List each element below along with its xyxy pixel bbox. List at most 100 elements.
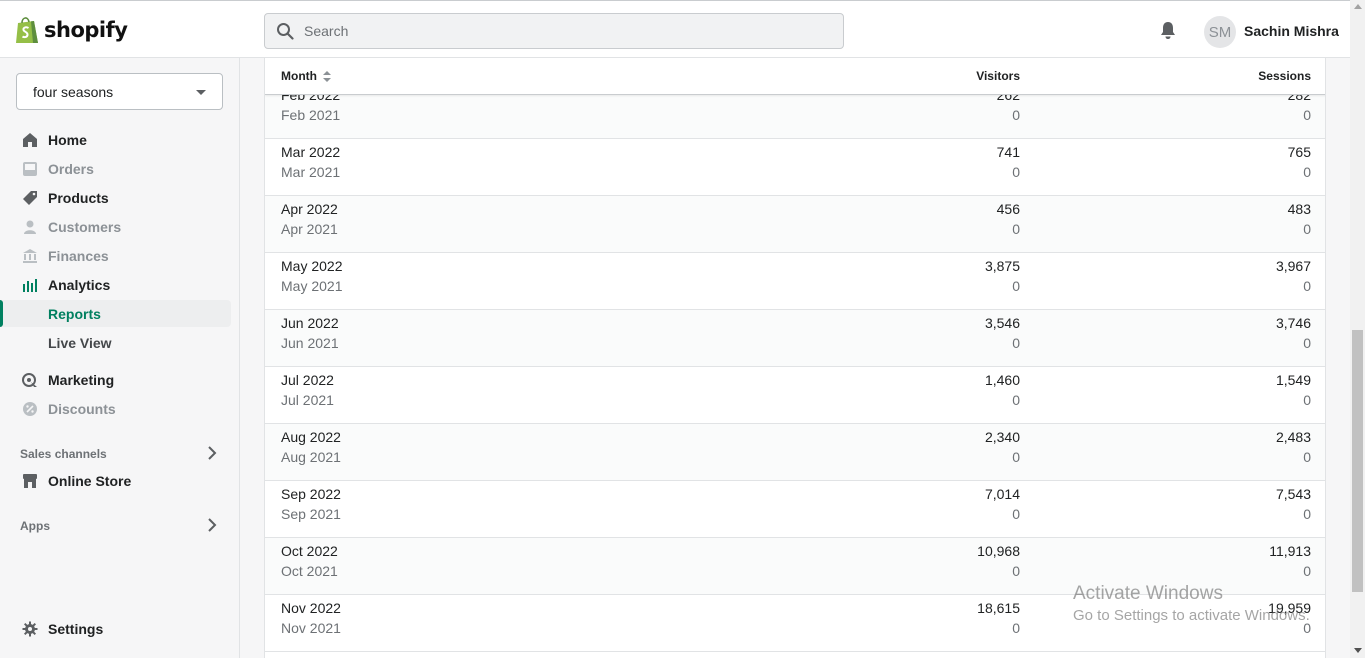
scroll-down-arrow-icon[interactable] (1354, 648, 1362, 653)
cell-visitors-previous: 0 (1012, 392, 1020, 408)
column-header-sessions[interactable]: Sessions (1258, 69, 1311, 83)
cell-sessions-previous: 0 (1303, 221, 1311, 237)
cell-sessions-previous: 0 (1303, 449, 1311, 465)
chevron-right-icon[interactable] (207, 518, 217, 532)
discount-icon (23, 402, 37, 416)
table-row: Aug 2022 Aug 2021 2,340 0 2,483 0 (265, 424, 1325, 481)
apps-heading: Apps (20, 519, 50, 533)
cell-sessions: 1,549 (1275, 372, 1311, 388)
marketing-target-icon (22, 373, 37, 387)
cell-month-previous: Apr 2021 (281, 221, 338, 237)
table-row: Oct 2022 Oct 2021 10,968 0 11,913 0 (265, 538, 1325, 595)
sidebar-item-finances[interactable]: Finances (0, 242, 231, 269)
sidebar-item-marketing[interactable]: Marketing (0, 366, 231, 393)
sidebar-item-discounts[interactable]: Discounts (0, 395, 231, 422)
cell-sessions-previous: 0 (1303, 506, 1311, 522)
sidebar-item-label: Products (48, 190, 109, 206)
column-header-month[interactable]: Month (281, 69, 331, 83)
scrollbar-thumb[interactable] (1352, 330, 1363, 592)
page-scrollbar[interactable] (1350, 0, 1365, 658)
orders-icon (23, 162, 37, 176)
cell-visitors: 3,546 (984, 315, 1020, 331)
sidebar-item-settings[interactable]: Settings (0, 615, 231, 642)
sales-channels-heading: Sales channels (20, 447, 107, 461)
cell-month: Oct 2022 (281, 543, 338, 559)
search-input[interactable] (304, 23, 804, 39)
sidebar-item-label: Discounts (48, 401, 116, 417)
cell-visitors-previous: 0 (1012, 107, 1020, 123)
store-name: four seasons (33, 83, 114, 100)
analytics-bars-icon (23, 279, 37, 292)
sidebar-item-online-store[interactable]: Online Store (0, 467, 231, 494)
brand-name: shopify (44, 18, 128, 42)
column-header-visitors[interactable]: Visitors (976, 69, 1020, 83)
table-header: Month Visitors Sessions (265, 58, 1325, 95)
sidebar-item-label: Finances (48, 248, 109, 264)
cell-visitors: 18,615 (977, 600, 1020, 616)
cell-month-previous: Mar 2021 (281, 164, 341, 180)
cell-visitors-previous: 0 (1012, 563, 1020, 579)
customer-icon (24, 220, 36, 234)
cell-sessions: 2,483 (1275, 429, 1311, 445)
notification-bell-icon[interactable] (1158, 20, 1178, 40)
tag-icon (23, 191, 37, 205)
cell-visitors-previous: 0 (1012, 506, 1020, 522)
search-bar[interactable] (264, 13, 844, 49)
cell-visitors-previous: 0 (1012, 620, 1020, 636)
bank-icon (23, 249, 37, 263)
cell-sessions: 7,543 (1275, 486, 1311, 502)
cell-sessions: 19,959 (1268, 600, 1311, 616)
table-row: Sep 2022 Sep 2021 7,014 0 7,543 0 (265, 481, 1325, 538)
cell-visitors: 741 (996, 144, 1020, 160)
sidebar-item-analytics[interactable]: Analytics (0, 271, 231, 298)
cell-sessions: 3,967 (1275, 258, 1311, 274)
cell-month-previous: Aug 2021 (281, 449, 341, 465)
cell-month-previous: Feb 2021 (281, 107, 341, 123)
cell-month: Aug 2022 (281, 429, 341, 445)
sidebar-item-label: Online Store (48, 473, 132, 489)
avatar[interactable]: SM (1204, 16, 1236, 48)
store-selector[interactable]: four seasons (16, 73, 223, 110)
cell-sessions-previous: 0 (1303, 278, 1311, 294)
sidebar-item-label: Analytics (48, 277, 111, 293)
home-icon (23, 133, 37, 147)
scroll-up-arrow-icon[interactable] (1354, 4, 1362, 9)
sidebar-item-label: Orders (48, 161, 94, 177)
sidebar-item-reports[interactable]: Reports (0, 300, 231, 327)
table-row: Jun 2022 Jun 2021 3,546 0 3,746 0 (265, 310, 1325, 367)
column-header-label: Month (281, 69, 317, 83)
sidebar-item-products[interactable]: Products (0, 184, 231, 211)
cell-visitors: 456 (996, 201, 1020, 217)
sidebar-item-live-view[interactable]: Live View (0, 329, 231, 356)
table-row: Nov 2022 Nov 2021 18,615 0 19,959 0 (265, 595, 1325, 652)
sidebar-item-home[interactable]: Home (0, 126, 231, 153)
cell-month: Apr 2022 (281, 201, 338, 217)
search-icon (277, 23, 294, 40)
cell-month: Mar 2022 (281, 144, 341, 160)
cell-sessions-previous: 0 (1303, 335, 1311, 351)
table-row: Apr 2022 Apr 2021 456 0 483 0 (265, 196, 1325, 253)
cell-month-previous: Jun 2021 (281, 335, 339, 351)
chevron-right-icon[interactable] (207, 446, 217, 460)
sidebar-item-orders[interactable]: Orders (0, 155, 231, 182)
cell-sessions: 765 (1287, 144, 1311, 160)
sidebar: four seasons Home Orders Products Custom… (0, 58, 240, 658)
sidebar-item-label: Marketing (48, 372, 115, 388)
sidebar-item-label: Home (48, 132, 87, 148)
cell-month: May 2022 (281, 258, 343, 274)
shopify-logo[interactable]: shopify (14, 15, 128, 45)
sidebar-item-customers[interactable]: Customers (0, 213, 231, 240)
cell-visitors-previous: 0 (1012, 164, 1020, 180)
user-name[interactable]: Sachin Mishra (1244, 23, 1339, 39)
gear-icon (22, 621, 38, 637)
table-row: Mar 2022 Mar 2021 741 0 765 0 (265, 139, 1325, 196)
cell-sessions-previous: 0 (1303, 164, 1311, 180)
store-icon (23, 474, 37, 488)
cell-month-previous: Nov 2021 (281, 620, 341, 636)
cell-visitors: 10,968 (977, 543, 1020, 559)
cell-sessions-previous: 0 (1303, 107, 1311, 123)
cell-sessions: 11,913 (1269, 543, 1311, 559)
cell-month-previous: Jul 2021 (281, 392, 334, 408)
cell-month-previous: Sep 2021 (281, 506, 341, 522)
cell-month: Jun 2022 (281, 315, 339, 331)
